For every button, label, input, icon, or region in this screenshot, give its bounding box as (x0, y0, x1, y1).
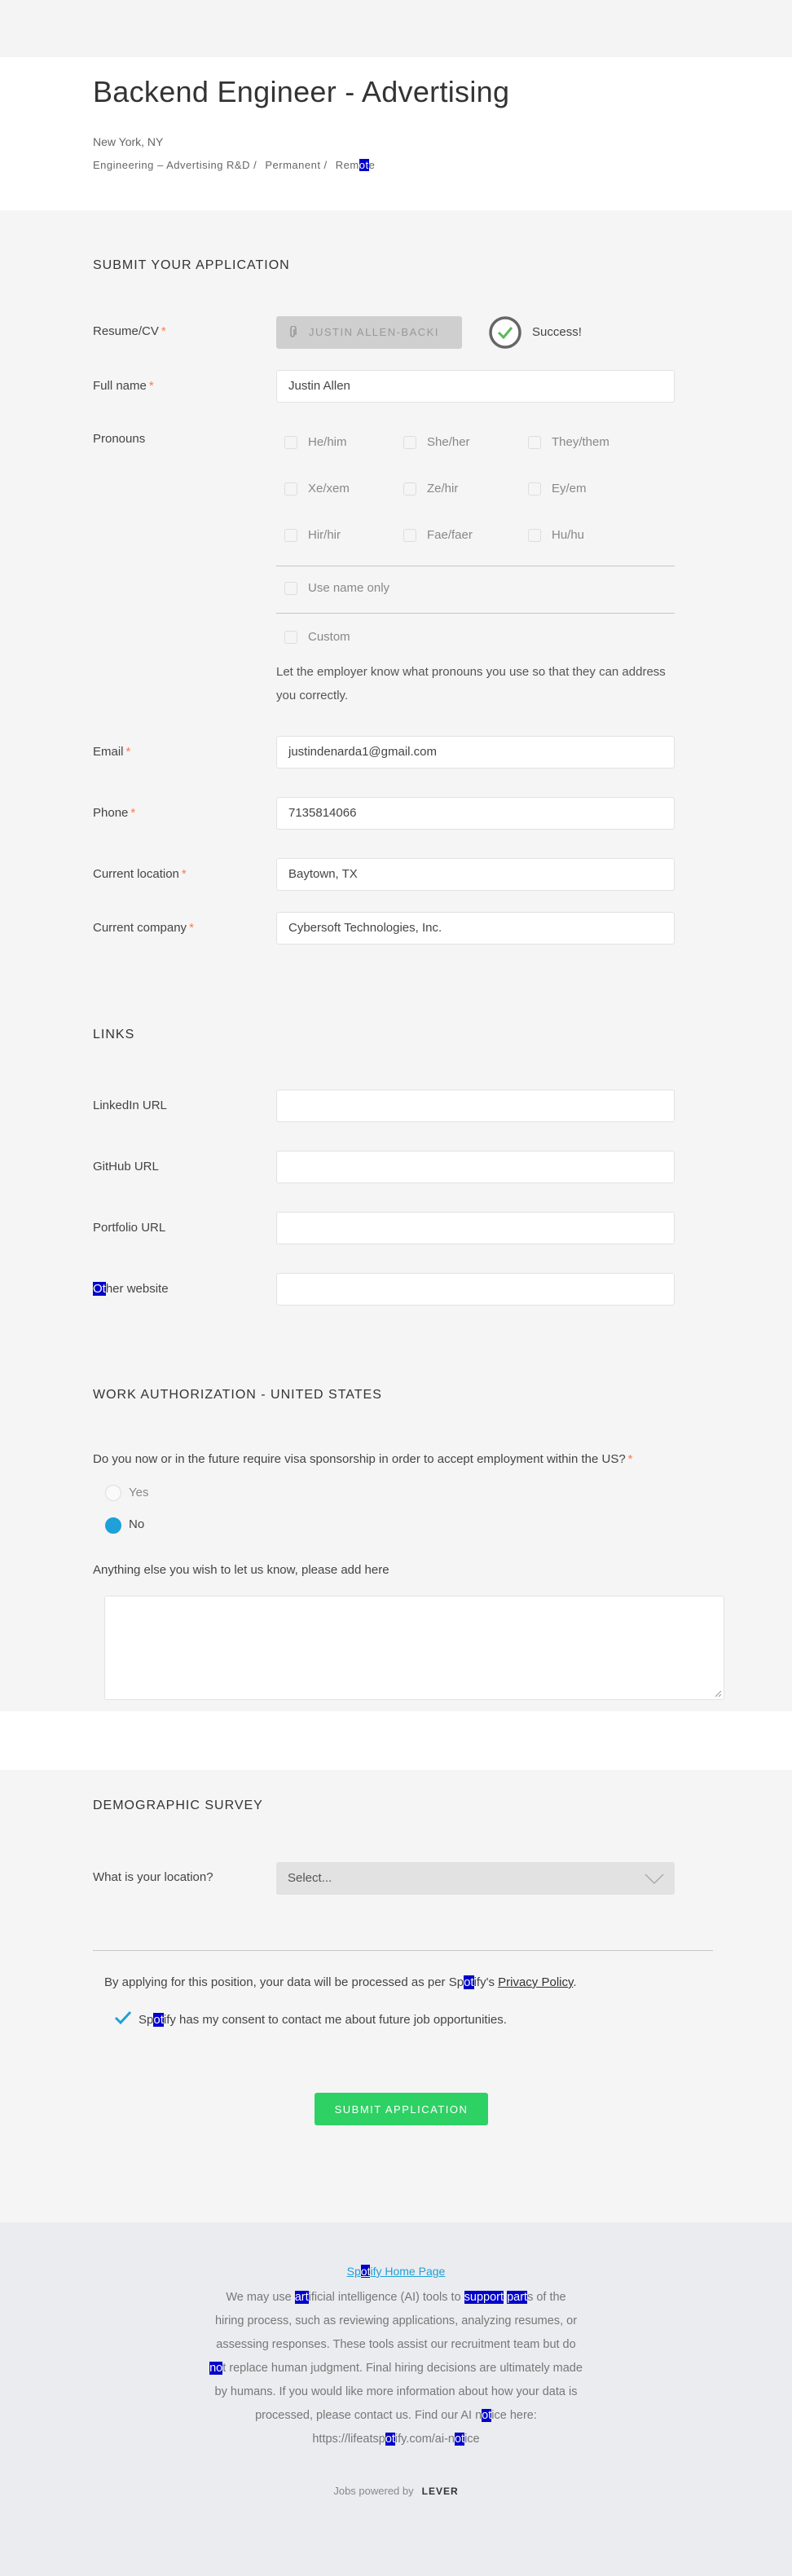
pronouns-label: Pronouns (93, 432, 146, 446)
lever-logo: LEVER (421, 2486, 459, 2497)
pronouns-divider-2 (276, 613, 675, 614)
pronoun-checkbox-xe-xem[interactable] (284, 482, 297, 495)
consent-divider (93, 1950, 713, 1951)
pronoun-checkbox-ze-hir[interactable] (403, 482, 416, 495)
resize-handle-icon[interactable] (715, 1690, 722, 1698)
current-location-label: Current location * (93, 867, 187, 881)
links-heading: Links (93, 1028, 135, 1041)
portfolio-input[interactable] (276, 1212, 675, 1244)
pronoun-checkbox-she-her[interactable] (403, 436, 416, 449)
pronoun-checkbox-ey-em[interactable] (528, 482, 541, 495)
work-auth-heading: Work authorization - United States (93, 1388, 382, 1402)
use-name-only-checkbox[interactable] (284, 582, 297, 595)
ai-notice-line: not replace human judgment. Final hiring… (209, 2362, 583, 2375)
github-input[interactable] (276, 1151, 675, 1183)
pronoun-label-they-them: They/them (552, 435, 609, 449)
ai-notice-line: assessing responses. These tools assist … (216, 2338, 576, 2351)
paperclip-icon (290, 326, 297, 337)
additional-info-label: Anything else you wish to let us know, p… (93, 1563, 389, 1577)
visa-no-radio[interactable] (105, 1517, 121, 1534)
pronoun-checkbox-hu-hu[interactable] (528, 529, 541, 542)
phone-input[interactable]: 7135814066 (276, 797, 675, 830)
pronoun-label-ze-hir: Ze/hir (427, 482, 459, 495)
resume-upload-button[interactable]: JUSTIN ALLEN-BACKI (276, 316, 462, 349)
visa-no-label: No (129, 1517, 145, 1531)
current-location-input[interactable]: Baytown, TX (276, 858, 675, 891)
portfolio-label: Portfolio URL (93, 1221, 166, 1235)
pronoun-label-she-her: She/her (427, 435, 470, 449)
consent-checkmark-icon[interactable] (114, 2010, 132, 2025)
success-check-icon (489, 316, 521, 349)
custom-pronoun-checkbox[interactable] (284, 631, 297, 644)
visa-yes-radio[interactable] (105, 1485, 121, 1501)
resume-label: Resume/CV * (93, 324, 166, 338)
use-name-only-label: Use name only (308, 581, 390, 595)
consent-label: Spotify has my consent to contact me abo… (139, 2013, 507, 2027)
job-commitment: Permanent / (265, 159, 328, 171)
pronouns-hint: Let the employer know what pronouns you … (276, 665, 666, 702)
ai-notice-line: by humans. If you would like more inform… (214, 2385, 578, 2398)
pronoun-label-xe-xem: Xe/xem (308, 482, 350, 495)
application-heading: Submit your application (93, 258, 290, 272)
ai-notice-text: We may use artificial intelligence (AI) … (198, 2286, 594, 2451)
section-separator (0, 1711, 792, 1770)
footer: Spotify Home Page We may use artificial … (0, 2222, 792, 2576)
top-bar (0, 0, 792, 57)
full-name-input[interactable]: Justin Allen (276, 370, 675, 403)
other-website-input[interactable] (276, 1273, 675, 1306)
location-select-value: Select... (288, 1871, 332, 1885)
home-page-link[interactable]: Spotify Home Page (0, 2265, 792, 2278)
email-input[interactable]: justindenarda1@gmail.com (276, 736, 675, 768)
demographic-heading: Demographic survey (93, 1799, 263, 1812)
job-team: Engineering – Advertising R&D / (93, 159, 257, 171)
job-title: Backend Engineer - Advertising (93, 75, 510, 108)
ai-notice-line: hiring process, such as reviewing applic… (214, 2314, 578, 2327)
pronoun-label-fae-faer: Fae/faer (427, 528, 473, 542)
job-location: New York, NY (93, 135, 164, 148)
privacy-text: By applying for this position, your data… (104, 1975, 577, 1989)
other-website-label: Other website (93, 1282, 169, 1296)
pronoun-label-ey-em: Ey/em (552, 482, 587, 495)
phone-label: Phone * (93, 806, 136, 820)
linkedin-input[interactable] (276, 1090, 675, 1122)
ai-notice-line: We may use artificial intelligence (AI) … (226, 2291, 566, 2304)
submit-application-button[interactable]: Submit application (315, 2093, 488, 2125)
pronoun-checkbox-fae-faer[interactable] (403, 529, 416, 542)
location-select[interactable]: Select... (276, 1862, 675, 1895)
job-header: Backend Engineer - Advertising New York,… (0, 57, 792, 210)
full-name-label: Full name * (93, 379, 154, 393)
pronoun-checkbox-he-him[interactable] (284, 436, 297, 449)
job-workplace: Remote (335, 159, 376, 171)
ai-notice-line: https://lifeatspotify.com/ai-notice (312, 2433, 480, 2446)
pronoun-checkbox-hir-hir[interactable] (284, 529, 297, 542)
ai-notice-line: processed, please contact us. Find our A… (255, 2409, 537, 2422)
visa-question: Do you now or in the future require visa… (93, 1452, 633, 1466)
custom-pronoun-label: Custom (308, 630, 350, 644)
powered-by: Jobs powered by LEVER (333, 2485, 459, 2497)
github-label: GitHub URL (93, 1160, 159, 1174)
additional-info-textarea[interactable] (104, 1596, 724, 1700)
privacy-policy-link[interactable]: Privacy Policy (498, 1975, 573, 1989)
current-company-input[interactable]: Cybersoft Technologies, Inc. (276, 912, 675, 945)
chevron-down-icon (645, 1874, 664, 1885)
pronoun-label-hu-hu: Hu/hu (552, 528, 585, 542)
visa-yes-label: Yes (129, 1486, 149, 1499)
current-company-label: Current company * (93, 921, 194, 935)
resume-success-text: Success! (532, 325, 582, 339)
pronoun-label-hir-hir: Hir/hir (308, 528, 341, 542)
email-label: Email * (93, 745, 131, 759)
pronoun-label-he-him: He/him (308, 435, 347, 449)
job-categories: Engineering – Advertising R&D / Permanen… (93, 159, 380, 171)
resume-filename: JUSTIN ALLEN-BACKI (309, 326, 439, 338)
linkedin-label: LinkedIn URL (93, 1099, 167, 1112)
location-question: What is your location? (93, 1870, 213, 1884)
pronoun-checkbox-they-them[interactable] (528, 436, 541, 449)
